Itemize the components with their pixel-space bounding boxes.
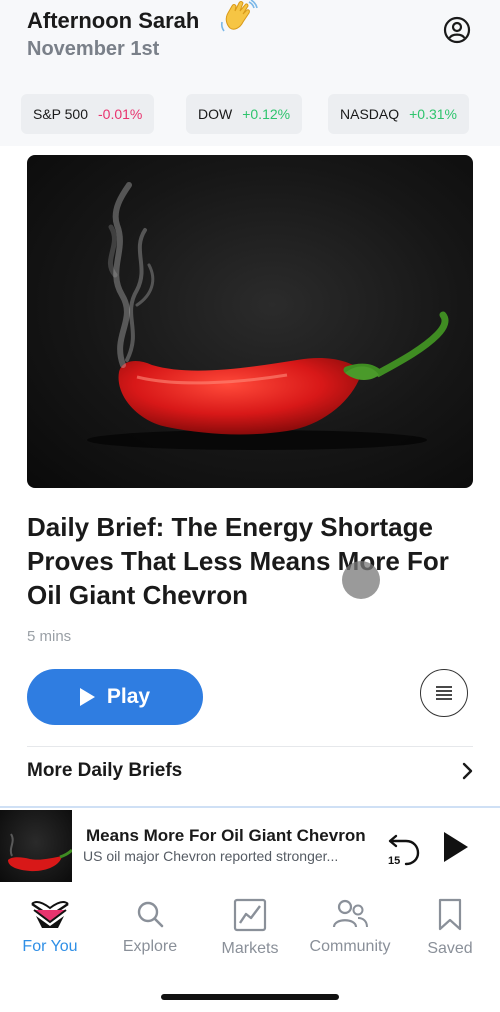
people-icon — [332, 899, 368, 928]
tab-for-you[interactable]: For You — [0, 898, 100, 956]
article-title[interactable]: Daily Brief: The Energy Shortage Proves … — [27, 510, 477, 612]
tab-label: Saved — [427, 940, 473, 957]
rewind-15-button[interactable]: 15 — [386, 828, 422, 868]
ticker-name: S&P 500 — [33, 106, 89, 122]
chart-icon — [233, 898, 267, 932]
ticker-name: DOW — [198, 106, 233, 122]
tab-label: Explore — [122, 938, 178, 955]
header: Afternoon Sarah November 1st — [0, 0, 500, 84]
tab-label: Markets — [221, 940, 279, 957]
play-label: Play — [106, 685, 151, 708]
ticker-name: NASDAQ — [340, 106, 400, 122]
play-icon — [79, 688, 95, 706]
text-lines-icon — [436, 686, 452, 700]
more-daily-briefs-row[interactable]: More Daily Briefs — [27, 758, 473, 784]
account-icon[interactable] — [443, 16, 471, 44]
chili-pepper-thumbnail — [8, 833, 72, 872]
tab-markets[interactable]: Markets — [200, 898, 300, 958]
tab-community[interactable]: Community — [300, 898, 400, 956]
ticker-dow[interactable]: DOW +0.12% — [186, 94, 303, 134]
tab-saved[interactable]: Saved — [400, 898, 500, 958]
rewind-seconds: 15 — [388, 855, 400, 867]
search-icon — [137, 901, 164, 928]
greeting: Afternoon Sarah — [27, 8, 200, 33]
more-daily-briefs-label: More Daily Briefs — [27, 760, 183, 781]
tab-bar: For You Explore Markets Community Saved — [0, 884, 500, 1012]
now-playing-subtitle: US oil major Chevron reported stronger..… — [83, 848, 339, 864]
tab-label: Community — [309, 938, 391, 955]
transcript-button[interactable] — [420, 669, 468, 717]
divider — [27, 746, 473, 747]
ticker-sp500[interactable]: S&P 500 -0.01% — [21, 94, 155, 134]
waving-hand-icon — [220, 0, 258, 32]
chevron-right-icon — [462, 762, 473, 780]
now-playing-thumbnail — [0, 810, 72, 882]
ticker-change: +0.12% — [242, 106, 291, 122]
bookmark-icon — [438, 898, 462, 931]
ticker-change: +0.31% — [409, 106, 457, 122]
ticker-change: -0.01% — [98, 106, 143, 122]
home-indicator[interactable] — [161, 994, 339, 1000]
now-playing-bar[interactable]: Means More For Oil Giant Chevron US oil … — [0, 806, 500, 882]
for-you-icon — [31, 900, 69, 928]
article-hero-image[interactable] — [27, 155, 473, 488]
rewind-icon: 15 — [388, 834, 420, 867]
now-playing-title: Means More For Oil Giant Chevron — [86, 826, 366, 845]
chili-pepper-image — [87, 182, 449, 450]
tab-explore[interactable]: Explore — [100, 898, 200, 956]
touch-indicator — [342, 561, 380, 599]
read-time: 5 mins — [27, 628, 72, 645]
ticker-nasdaq[interactable]: NASDAQ +0.31% — [328, 94, 469, 134]
market-tickers: S&P 500 -0.01% DOW +0.12% NASDAQ +0.31% — [0, 84, 500, 146]
play-button[interactable]: Play — [27, 669, 203, 725]
now-playing-play-icon[interactable] — [444, 832, 468, 862]
date-subtitle: November 1st — [27, 38, 160, 60]
tab-label: For You — [22, 938, 78, 955]
